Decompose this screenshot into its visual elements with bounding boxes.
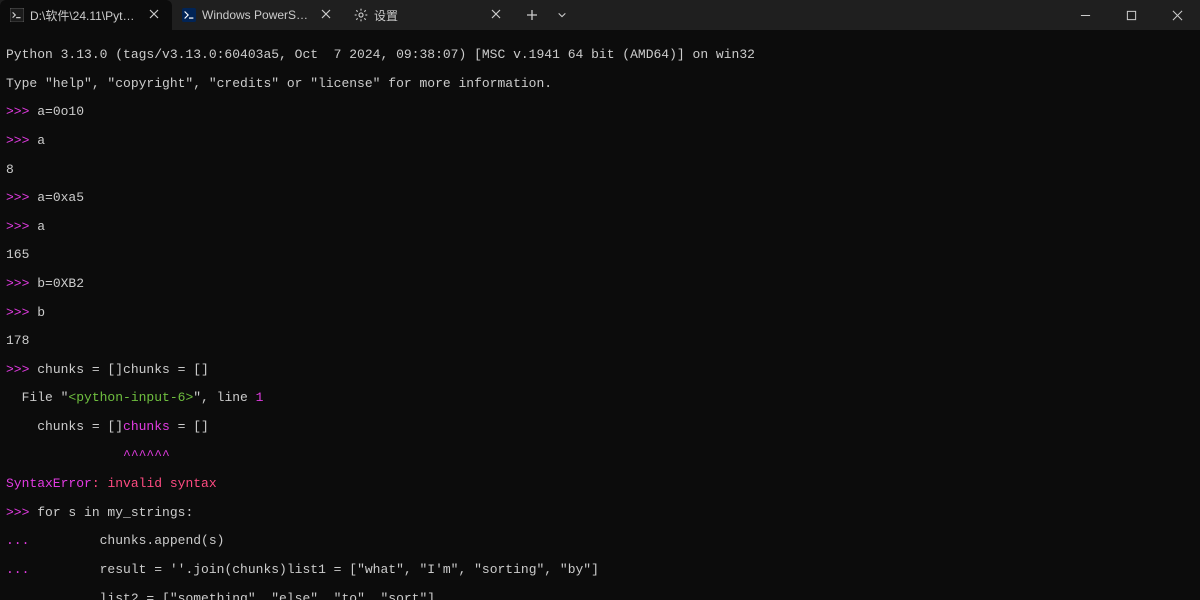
python-banner: Type "help", "copyright", "credits" or "…	[6, 76, 552, 91]
traceback-file: ", line	[193, 390, 255, 405]
minimize-button[interactable]	[1062, 0, 1108, 30]
powershell-icon	[182, 8, 196, 22]
repl-output: 8	[6, 162, 14, 177]
repl-prompt: >>>	[6, 190, 37, 205]
repl-cont-prompt: ...	[6, 533, 37, 548]
tab-label: Windows PowerShell	[202, 8, 312, 22]
traceback-echo: chunks = []	[6, 419, 123, 434]
python-banner: Python 3.13.0 (tags/v3.13.0:60403a5, Oct…	[6, 47, 755, 62]
repl-input: chunks.append(s)	[37, 533, 224, 548]
repl-prompt: >>>	[6, 276, 37, 291]
window-controls	[1062, 0, 1200, 30]
close-window-button[interactable]	[1154, 0, 1200, 30]
traceback-file: File "	[6, 390, 68, 405]
repl-prompt: >>>	[6, 133, 37, 148]
traceback-lineno: 1	[256, 390, 264, 405]
repl-input: result = ''.join(chunks)list1 = ["what",…	[37, 562, 599, 577]
repl-input: list2 = ["something", "else", "to", "sor…	[37, 591, 435, 600]
syntax-error-msg: :	[92, 476, 108, 491]
repl-input: a=0o10	[37, 104, 84, 119]
repl-input: for s in my_strings:	[37, 505, 193, 520]
tabbar-actions	[518, 0, 576, 30]
gear-icon	[354, 8, 368, 22]
repl-cont-prompt: ...	[6, 591, 37, 600]
close-icon[interactable]	[146, 7, 162, 23]
close-icon[interactable]	[318, 7, 334, 23]
traceback-filename: <python-input-6>	[68, 390, 193, 405]
close-icon[interactable]	[488, 7, 504, 23]
repl-output: 178	[6, 333, 29, 348]
repl-prompt: >>>	[6, 505, 37, 520]
traceback-carets: ^^^^^^	[6, 448, 170, 463]
tab-dropdown-button[interactable]	[548, 1, 576, 29]
tab-label: 设置	[374, 7, 482, 24]
syntax-error-msg: invalid syntax	[107, 476, 216, 491]
tab-powershell[interactable]: Windows PowerShell	[172, 0, 344, 30]
tab-settings[interactable]: 设置	[344, 0, 514, 30]
repl-prompt: >>>	[6, 305, 37, 320]
title-bar: D:\软件\24.11\Python\python. Windows Power…	[0, 0, 1200, 30]
new-tab-button[interactable]	[518, 1, 546, 29]
cmd-icon	[10, 8, 24, 22]
tab-python[interactable]: D:\软件\24.11\Python\python.	[0, 0, 172, 30]
repl-input: chunks = []chunks = []	[37, 362, 209, 377]
repl-input: a=0xa5	[37, 190, 84, 205]
tab-label: D:\软件\24.11\Python\python.	[30, 7, 140, 24]
traceback-echo: = []	[170, 419, 209, 434]
terminal-output[interactable]: Python 3.13.0 (tags/v3.13.0:60403a5, Oct…	[0, 30, 1200, 600]
traceback-echo-hl: chunks	[123, 419, 170, 434]
maximize-button[interactable]	[1108, 0, 1154, 30]
repl-output: 165	[6, 247, 29, 262]
repl-cont-prompt: ...	[6, 562, 37, 577]
repl-prompt: >>>	[6, 219, 37, 234]
repl-prompt: >>>	[6, 362, 37, 377]
repl-input: b=0XB2	[37, 276, 84, 291]
repl-input: a	[37, 219, 45, 234]
repl-prompt: >>>	[6, 104, 37, 119]
repl-input: b	[37, 305, 45, 320]
repl-input: a	[37, 133, 45, 148]
syntax-error-label: SyntaxError	[6, 476, 92, 491]
